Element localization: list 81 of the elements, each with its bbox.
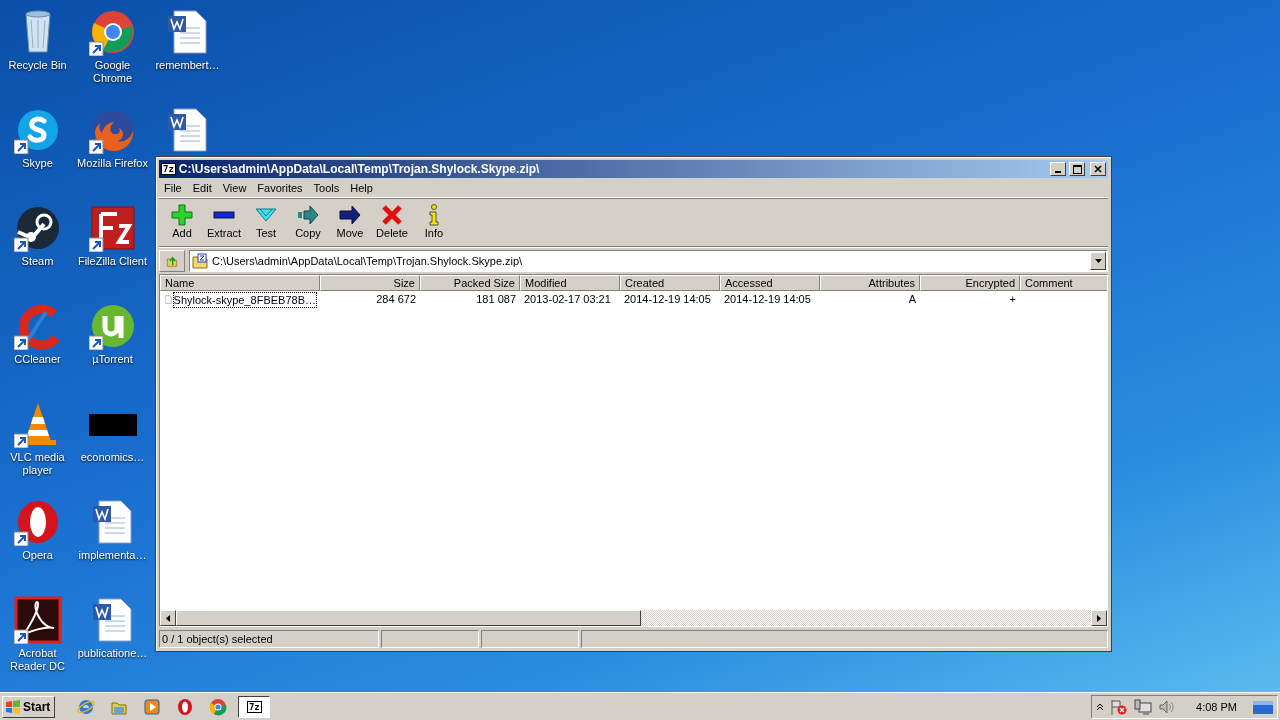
table-cell-text: +: [1008, 292, 1017, 307]
speaker-icon: [1158, 699, 1177, 715]
desktop-icon-label[interactable]: VLC media player: [1, 451, 74, 477]
table-cell-text: 284 672: [375, 292, 417, 307]
app-logo: 7z: [161, 163, 176, 175]
desktop-icon-label[interactable]: CCleaner: [1, 353, 74, 366]
menu-item[interactable]: File: [159, 181, 188, 194]
minimize-button[interactable]: [1050, 162, 1066, 176]
start-button[interactable]: Start: [2, 696, 56, 718]
arrow-right-icon: [339, 204, 361, 226]
up-folder-button[interactable]: [159, 250, 185, 272]
table-cell-text: 2014-12-19 14:05: [623, 292, 712, 307]
column-header[interactable]: Comment: [1020, 275, 1107, 291]
menu-item[interactable]: View: [217, 181, 253, 194]
scroll-right-icon: [1097, 614, 1101, 622]
ie-icon: [77, 698, 96, 716]
toolbar-button[interactable]: Delete: [371, 204, 413, 242]
arrow-right-icon: [297, 204, 319, 226]
column-header[interactable]: Name: [160, 275, 320, 291]
opera-icon: [176, 698, 195, 716]
desktop-icon-label[interactable]: FileZilla Client: [76, 255, 149, 268]
column-header[interactable]: Modified: [520, 275, 620, 291]
maximize-icon: [1072, 164, 1082, 174]
menu-item[interactable]: Favorites: [252, 181, 309, 194]
scroll-left-icon: [166, 614, 170, 622]
desktop-icon-label[interactable]: Recycle Bin: [1, 59, 74, 72]
media-player-icon: [143, 698, 162, 716]
column-header[interactable]: Created: [620, 275, 720, 291]
toolbar-button[interactable]: Info: [413, 204, 455, 242]
window-title: C:\Users\admin\AppData\Local\Temp\Trojan.Shylock.Skype.zip\: [178, 162, 541, 176]
column-header[interactable]: Accessed: [720, 275, 820, 291]
windows-flag-icon: [5, 700, 21, 714]
caret-icon: [1094, 259, 1102, 263]
toolbar-button[interactable]: Copy: [287, 204, 329, 242]
toolbar-button[interactable]: Extract: [203, 204, 245, 242]
desktop-icon-label[interactable]: publicatione…: [76, 647, 149, 660]
clock[interactable]: 4:08 PM: [1196, 701, 1237, 713]
desktop-icon-label[interactable]: Opera: [1, 549, 74, 562]
column-header[interactable]: Attributes: [820, 275, 920, 291]
desktop-icon-label[interactable]: µTorrent: [76, 353, 149, 366]
menu-item[interactable]: Edit: [187, 181, 218, 194]
desktop-icon-label[interactable]: Google Chrome: [76, 59, 149, 85]
table-cell-text: 2013-02-17 03:21: [523, 292, 612, 307]
maximize-button[interactable]: [1069, 162, 1085, 176]
table-cell-text: A: [907, 292, 917, 307]
chrome-icon: [209, 698, 228, 716]
column-header[interactable]: Packed Size: [420, 275, 520, 291]
flag-warning-icon: [1110, 699, 1129, 715]
status-text: 0 / 1 object(s) selected: [159, 630, 379, 648]
desktop-icon-label[interactable]: remembert…: [151, 59, 224, 72]
file-icon: [165, 292, 172, 307]
desktop-icon-label[interactable]: Mozilla Firefox: [76, 157, 149, 170]
toolbar-button[interactable]: Add: [161, 204, 203, 242]
desktop-icon-label[interactable]: Skype: [1, 157, 74, 170]
toolbar-button[interactable]: Test: [245, 204, 287, 242]
delete-icon: [381, 204, 403, 226]
close-icon: [1094, 165, 1102, 173]
dropdown-button[interactable]: [1090, 252, 1106, 270]
desktop-icon-label[interactable]: Acrobat Reader DC: [1, 647, 74, 673]
network-icon: [1134, 699, 1153, 715]
desktop-icon-label[interactable]: Steam: [1, 255, 74, 268]
menu-item[interactable]: Tools: [308, 181, 346, 194]
file-row[interactable]: Shylock-skype_8FBEB78B… 284 672 181 087 2013-02-17 03:21 2014-12-19 14:05 2014-12-19 14:05 A +: [160, 291, 1107, 308]
toolbar-button[interactable]: Move: [329, 204, 371, 242]
desktop-icon-label[interactable]: economics…: [76, 451, 149, 464]
show-desktop-icon: [1253, 699, 1273, 715]
file-name: Shylock-skype_8FBEB78B…: [173, 292, 316, 307]
close-button[interactable]: [1090, 162, 1106, 176]
desktop-icon-label[interactable]: implementa…: [76, 549, 149, 562]
horizontal-scrollbar[interactable]: [160, 610, 1107, 626]
archive-folder-icon: [192, 253, 208, 269]
menu-item[interactable]: Help: [345, 181, 379, 194]
chevron-up-icon: [1096, 703, 1105, 711]
column-header[interactable]: Size: [320, 275, 420, 291]
address-field[interactable]: C:\Users\admin\AppData\Local\Temp\Trojan.Shylock.Skype.zip\: [189, 250, 1108, 272]
plus-icon: [171, 204, 193, 226]
table-cell-text: 2014-12-19 14:05: [723, 292, 812, 307]
column-header[interactable]: Encrypted: [920, 275, 1020, 291]
scrollbar-thumb[interactable]: [176, 610, 641, 626]
taskbar-button[interactable]: 7z: [238, 696, 271, 718]
table-cell-text: 181 087: [475, 292, 517, 307]
